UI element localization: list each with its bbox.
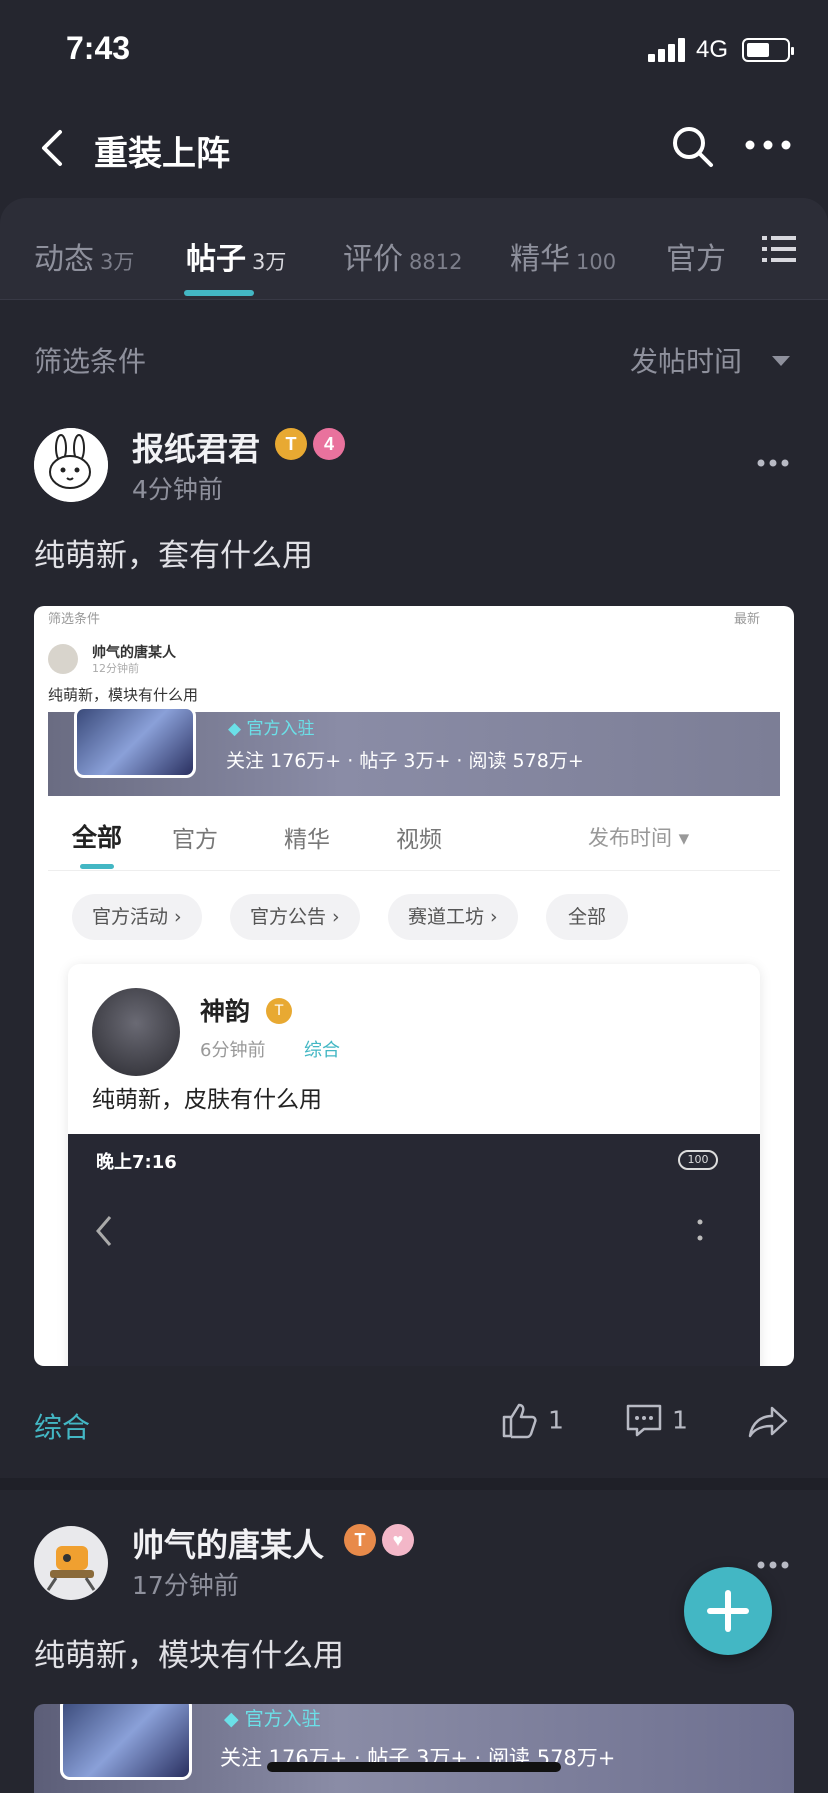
embedded-phone-screenshot: 晚上7:16 100	[68, 1134, 760, 1366]
page-title: 重装上阵	[94, 134, 230, 174]
like-count: 1	[547, 1405, 564, 1435]
game-banner: ◆ 官方入驻 关注 176万+ · 帖子 3万+ · 阅读 578万+	[48, 706, 780, 796]
tab-posts[interactable]: 帖子 3万	[186, 234, 286, 278]
filter-row: 筛选条件 发帖时间	[0, 300, 828, 400]
thumbs-up-icon	[502, 1403, 537, 1439]
card-text: 纯萌新，皮肤有什么用	[92, 1087, 322, 1113]
card-author: 神韵	[200, 997, 251, 1026]
game-cover	[74, 706, 196, 778]
search-icon[interactable]	[670, 124, 716, 170]
title-badge-icon: T	[344, 1524, 376, 1556]
official-badge: ◆ 官方入驻	[228, 719, 315, 739]
post-image[interactable]: 筛选条件 最新 帅气的唐某人 12分钟前 纯萌新，模块有什么用 ◆ 官方入驻 关…	[34, 606, 794, 1366]
tab-official: 官方	[172, 827, 218, 853]
topic-tag[interactable]: 综合	[34, 1406, 90, 1446]
post-divider	[0, 1478, 828, 1490]
sort-dropdown[interactable]: 发帖时间	[630, 340, 742, 380]
share-icon[interactable]	[746, 1404, 790, 1440]
inner-post-card: 神韵 T 6分钟前 综合 纯萌新，皮肤有什么用 晚上7:16 100	[68, 964, 760, 1366]
back-arrow-icon	[96, 1216, 112, 1246]
status-time: 7:43	[66, 30, 131, 66]
status-bar: 7:43 4G	[0, 0, 828, 100]
create-post-button[interactable]	[684, 1567, 772, 1655]
comment-button[interactable]: 1	[624, 1400, 688, 1440]
game-cover	[60, 1704, 192, 1780]
active-tab-indicator	[80, 864, 114, 869]
content-tabs: 动态 3万 帖子 3万 评价 8812 精华 100 官方	[0, 198, 828, 300]
game-stats: 关注 176万+ · 帖子 3万+ · 阅读 578万+	[226, 750, 584, 772]
post-time: 4分钟前	[132, 475, 223, 504]
screenshot-text: 纯萌新，模块有什么用	[48, 686, 199, 704]
post-time: 17分钟前	[132, 1571, 239, 1600]
tab-featured[interactable]: 精华 100	[510, 234, 616, 278]
tab-official[interactable]: 官方	[666, 234, 726, 278]
avatar	[92, 988, 180, 1076]
signal-icon	[648, 38, 688, 62]
level-badge: 4	[313, 428, 345, 460]
active-tab-indicator	[184, 290, 254, 296]
list-menu-icon[interactable]	[762, 234, 796, 264]
more-vertical-icon	[697, 1219, 703, 1241]
comment-icon	[626, 1404, 662, 1437]
rabbit-badge-icon: ♥	[382, 1524, 414, 1556]
chip: 赛道工坊 ›	[388, 894, 518, 940]
official-badge: ◆ 官方入驻	[224, 1708, 321, 1730]
avatar[interactable]	[34, 1526, 108, 1600]
title-badge-icon: T	[275, 428, 307, 460]
screenshot-time: 12分钟前	[92, 662, 139, 675]
filter-button[interactable]: 筛选条件	[34, 340, 146, 380]
battery-icon	[742, 38, 794, 62]
screenshot-author: 帅气的唐某人	[92, 645, 176, 661]
post-image[interactable]: ◆ 官方入驻 关注 176万+ · 帖子 3万+ · 阅读 578万+	[34, 1704, 794, 1793]
network-type: 4G	[696, 36, 729, 63]
top-navigation: 重装上阵	[0, 108, 828, 188]
title-badge-icon: T	[266, 998, 292, 1024]
plus-icon	[707, 1590, 749, 1632]
chip: 官方公告 ›	[230, 894, 360, 940]
avatar	[48, 644, 78, 674]
comment-count: 1	[671, 1405, 688, 1435]
home-indicator[interactable]	[267, 1762, 561, 1772]
tab-all: 全部	[72, 823, 123, 852]
tab-video: 视频	[396, 827, 442, 853]
more-options-icon[interactable]	[744, 130, 792, 160]
card-time: 6分钟前	[200, 1040, 266, 1061]
author-name[interactable]: 帅气的唐某人	[132, 1520, 324, 1566]
avatar[interactable]	[34, 428, 108, 502]
screenshot-sort: 最新	[734, 612, 761, 627]
screenshot-content: 全部 官方 精华 视频 发布时间 ▾ 官方活动 › 官方公告 › 赛道工坊 › …	[48, 798, 780, 1366]
post-more-icon[interactable]	[756, 458, 790, 468]
back-arrow-icon[interactable]	[34, 126, 74, 170]
caret-down-icon[interactable]	[772, 356, 790, 366]
post-text[interactable]: 纯萌新，模块有什么用	[34, 1630, 344, 1675]
battery-icon: 100	[678, 1150, 718, 1170]
chip: 全部	[546, 894, 629, 940]
screenshot-sort-dropdown: 发布时间 ▾	[588, 826, 690, 850]
card-tag: 综合	[304, 1040, 340, 1061]
tab-dynamics[interactable]: 动态 3万	[34, 234, 134, 278]
chip: 官方活动 ›	[72, 894, 202, 940]
author-name[interactable]: 报纸君君	[132, 424, 260, 470]
post-text[interactable]: 纯萌新，套有什么用	[34, 530, 313, 575]
tab-reviews[interactable]: 评价 8812	[343, 234, 462, 278]
like-button[interactable]: 1	[500, 1400, 564, 1440]
phone-time: 晚上7:16	[96, 1152, 177, 1173]
screenshot-filter: 筛选条件	[48, 612, 101, 627]
tab-featured: 精华	[284, 827, 330, 853]
